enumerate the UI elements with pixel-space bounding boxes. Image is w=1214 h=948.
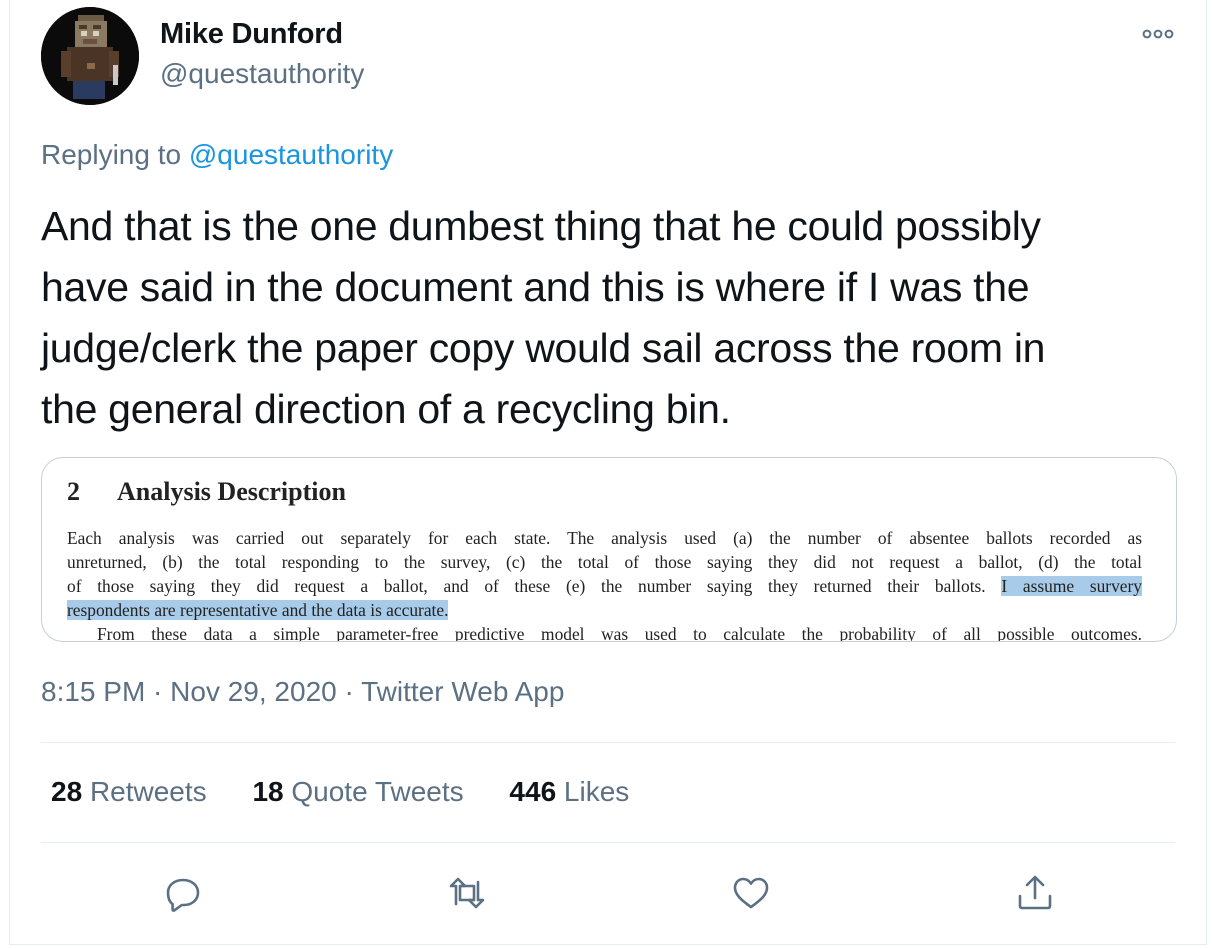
section-number: 2 [67,477,80,506]
paragraph-line-text: of those saying they did request a ballo… [67,576,986,596]
retweet-button[interactable] [447,873,487,913]
share-button[interactable] [1015,873,1055,913]
tweet-text-line: the general direction of a recycling bin… [41,386,731,432]
tweet-text-line: And that is the one dumbest thing that h… [41,203,1041,249]
tweet-text: And that is the one dumbest thing that h… [41,196,1191,440]
divider [41,842,1175,843]
divider [41,742,1175,743]
likes-count: 446 [509,776,557,807]
retweets-count: 28 [51,776,83,807]
quote-tweets-stat[interactable]: 18 Quote Tweets [252,776,463,807]
heart-icon [733,877,769,909]
author-handle[interactable]: @questauthority [160,58,364,90]
reply-mention-link[interactable]: @questauthority [189,139,393,170]
replying-to-label: Replying to [41,139,182,170]
author-name[interactable]: Mike Dunford [160,18,343,51]
tweet-text-line: have said in the document and this is wh… [41,264,1030,310]
quote-tweets-label: Quote Tweets [291,776,464,807]
paragraph-line: Each analysis was carried out separately… [67,528,1142,548]
section-title: Analysis Description [117,477,346,506]
tweet-text-line: judge/clerk the paper copy would sail ac… [41,325,1046,371]
retweet-icon [449,877,485,909]
more-options-icon [1142,29,1174,39]
paragraph-line: unreturned, (b) the total responding to … [67,552,1142,572]
retweets-stat[interactable]: 28 Retweets [51,776,207,807]
tweet-timestamp[interactable]: 8:15 PM · Nov 29, 2020 · Twitter Web App [41,676,564,708]
reply-button[interactable] [163,873,203,913]
quote-tweets-count: 18 [252,776,284,807]
likes-stat[interactable]: 446 Likes [509,776,629,807]
paragraph-line: respondents are representative and the d… [67,598,1142,622]
section-heading: 2 Analysis Description [67,477,346,507]
replying-to: Replying to @questauthority [41,139,393,171]
engagement-stats: 28 Retweets 18 Quote Tweets 446 Likes [51,776,667,808]
share-icon [1018,875,1052,910]
paragraph-line: From these data a simple parameter-free … [97,624,1142,642]
reply-icon [166,878,200,912]
retweets-label: Retweets [89,776,207,807]
like-button[interactable] [731,873,771,913]
attached-image[interactable]: 2 Analysis Description Each analysis was … [41,457,1177,642]
avatar-icon [41,7,139,105]
section-paragraph: Each analysis was carried out separately… [67,526,1142,642]
likes-label: Likes [563,776,630,807]
highlighted-text: respondents are representative and the d… [67,600,449,620]
paragraph-line: of those saying they did request a ballo… [67,574,1142,598]
more-options-button[interactable] [1140,22,1176,46]
avatar[interactable] [41,7,139,105]
highlighted-text: I assume survery [1001,576,1142,596]
